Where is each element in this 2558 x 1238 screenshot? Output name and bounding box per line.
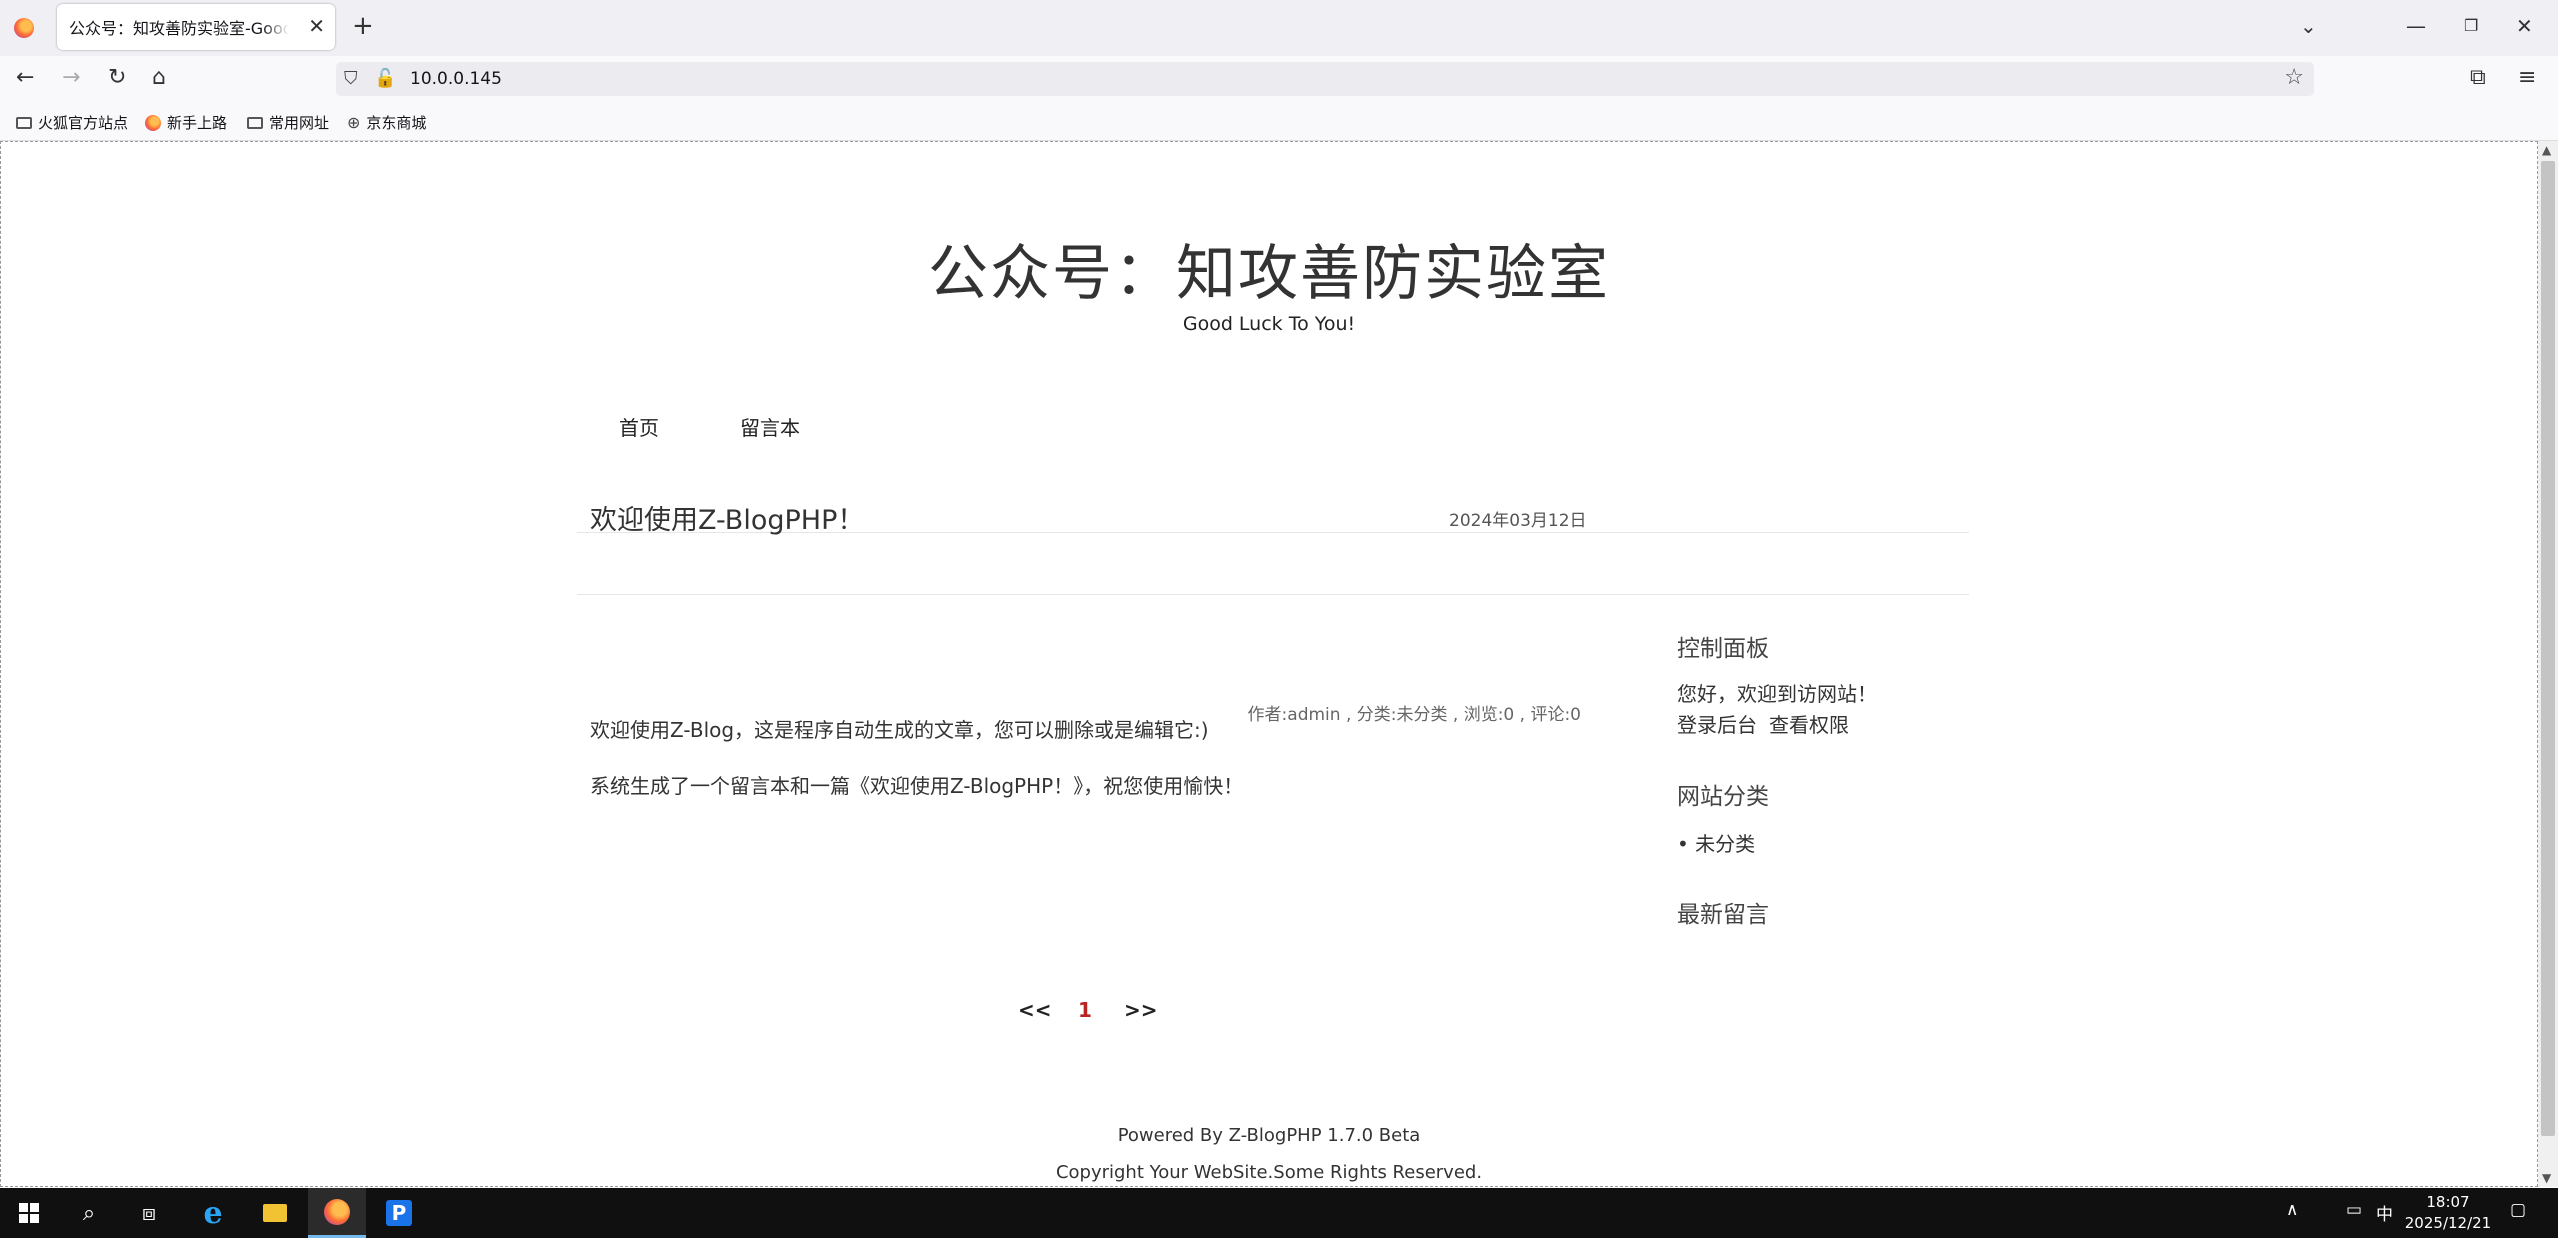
category-uncategorized-link[interactable]: • 未分类 xyxy=(1677,828,1755,857)
folder-icon xyxy=(16,116,32,129)
extensions-icon[interactable]: ⧉ xyxy=(2470,64,2486,92)
taskbar-firefox[interactable] xyxy=(308,1188,366,1238)
address-bar[interactable]: ⛉ 🔓 10.0.0.145 ☆ xyxy=(336,62,2314,96)
sidebar-links: 登录后台 查看权限 xyxy=(1677,709,1861,738)
task-view-button[interactable]: ⧈ xyxy=(120,1188,178,1238)
show-hidden-icons-icon[interactable]: ∧ xyxy=(2286,1200,2298,1220)
taskbar-clock[interactable]: 18:07 2025/12/21 xyxy=(2398,1192,2498,1234)
ime-indicator[interactable]: 中 xyxy=(2376,1200,2393,1225)
clock-date: 2025/12/21 xyxy=(2404,1214,2492,1232)
sidebar-control-title: 控制面板 xyxy=(1677,636,1769,662)
bookmark-getting-started[interactable]: 新手上路 xyxy=(145,112,227,133)
taskbar-ie[interactable]: e xyxy=(184,1188,242,1238)
insecure-lock-icon[interactable]: 🔓 xyxy=(374,67,396,91)
site-title[interactable]: 公众号：知攻善防实验室 xyxy=(0,225,2538,312)
restore-icon[interactable]: ❐ xyxy=(2464,12,2478,40)
internet-explorer-icon: e xyxy=(203,1195,223,1231)
clock-time: 18:07 xyxy=(2426,1193,2470,1211)
scroll-down-icon[interactable]: ▼ xyxy=(2542,1171,2551,1185)
forward-icon[interactable]: → xyxy=(62,64,80,92)
taskbar: ⌕ ⧈ e P ∧ ▭ 中 ▢ xyxy=(0,1188,2558,1238)
bookmark-common-sites[interactable]: 常用网址 xyxy=(247,112,329,133)
sidebar-comments-title: 最新留言 xyxy=(1677,902,1769,928)
pager-prev[interactable]: << xyxy=(1018,998,1052,1022)
list-all-tabs-icon[interactable]: ⌄ xyxy=(2300,12,2317,40)
close-window-icon[interactable]: ✕ xyxy=(2516,12,2533,40)
bookmarks-bar: 火狐官方站点 新手上路 常用网址 ⊕ 京东商城 xyxy=(0,102,2558,141)
firefox-icon xyxy=(145,114,161,131)
tab-title: 公众号：知攻善防实验室-Good Luck To You! xyxy=(69,19,289,38)
taskbar-p-app[interactable]: P xyxy=(370,1188,428,1238)
shield-icon[interactable]: ⛉ xyxy=(344,67,358,91)
pager-next[interactable]: >> xyxy=(1124,998,1158,1022)
pager-current[interactable]: 1 xyxy=(1078,998,1092,1022)
tab-close-icon[interactable]: ✕ xyxy=(308,15,325,37)
bookmark-label: 京东商城 xyxy=(366,114,427,132)
windows-logo-icon xyxy=(19,1203,39,1223)
taskbar-explorer[interactable] xyxy=(246,1188,304,1238)
nav-divider-bottom xyxy=(577,594,1969,595)
globe-icon: ⊕ xyxy=(347,113,361,132)
scroll-up-icon[interactable]: ▲ xyxy=(2542,143,2551,157)
home-icon[interactable]: ⌂ xyxy=(152,64,166,92)
sidebar-category-title: 网站分类 xyxy=(1677,784,1769,810)
scroll-thumb[interactable] xyxy=(2541,161,2555,1136)
bookmark-label: 火狐官方站点 xyxy=(38,114,129,132)
post-date: 2024年03月12日 xyxy=(1449,511,1587,531)
post-paragraph-2: 系统生成了一个留言本和一篇《欢迎使用Z-BlogPHP！》，祝您使用愉快！ xyxy=(590,774,1244,798)
network-icon[interactable]: ▭ xyxy=(2346,1200,2362,1220)
nav-home-link[interactable]: 首页 xyxy=(619,412,659,441)
bookmark-label: 新手上路 xyxy=(167,114,228,132)
bookmark-firefox-site[interactable]: 火狐官方站点 xyxy=(16,112,128,133)
search-icon: ⌕ xyxy=(82,1200,96,1226)
bookmark-jd[interactable]: ⊕ 京东商城 xyxy=(347,112,426,133)
start-button[interactable] xyxy=(0,1188,58,1238)
post-meta: 作者:admin , 分类:未分类 , 浏览:0 , 评论:0 xyxy=(1247,705,1581,725)
vertical-scrollbar[interactable]: ▲ ▼ xyxy=(2538,141,2558,1187)
login-admin-link[interactable]: 登录后台 xyxy=(1677,713,1757,737)
tab-strip: 公众号：知攻善防实验室-Good Luck To You! ✕ + ⌄ — ❐ … xyxy=(0,0,2558,56)
app-menu-icon[interactable]: ≡ xyxy=(2518,64,2536,92)
footer-copyright: Copyright Your WebSite.Some Rights Reser… xyxy=(1055,1162,1483,1183)
task-view-icon: ⧈ xyxy=(142,1200,156,1226)
minimize-icon[interactable]: — xyxy=(2406,12,2426,40)
bookmark-label: 常用网址 xyxy=(269,114,330,132)
sidebar-welcome: 您好，欢迎到访网站！ xyxy=(1677,682,1877,706)
bookmark-star-icon[interactable]: ☆ xyxy=(2284,65,2304,91)
browser-tab-active[interactable]: 公众号：知攻善防实验室-Good Luck To You! ✕ xyxy=(57,4,335,50)
notification-icon[interactable]: ▢ xyxy=(2510,1200,2526,1220)
p-app-icon: P xyxy=(386,1200,412,1226)
reload-icon[interactable]: ↻ xyxy=(108,64,126,92)
site-subtitle: Good Luck To You! xyxy=(1182,313,1356,335)
firefox-menu-icon[interactable] xyxy=(14,18,34,38)
back-icon[interactable]: ← xyxy=(16,64,34,92)
folder-icon xyxy=(247,116,263,129)
post-title-link[interactable]: 欢迎使用Z-BlogPHP！ xyxy=(590,498,864,537)
file-explorer-icon xyxy=(263,1204,287,1222)
url-text[interactable]: 10.0.0.145 xyxy=(410,68,502,90)
search-button[interactable]: ⌕ xyxy=(60,1188,118,1238)
new-tab-icon[interactable]: + xyxy=(352,12,374,40)
footer-powered: Powered By Z-BlogPHP 1.7.0 Beta xyxy=(1117,1125,1421,1146)
firefox-icon xyxy=(324,1198,350,1225)
view-permissions-link[interactable]: 查看权限 xyxy=(1769,713,1849,737)
nav-guestbook-link[interactable]: 留言本 xyxy=(740,412,800,441)
